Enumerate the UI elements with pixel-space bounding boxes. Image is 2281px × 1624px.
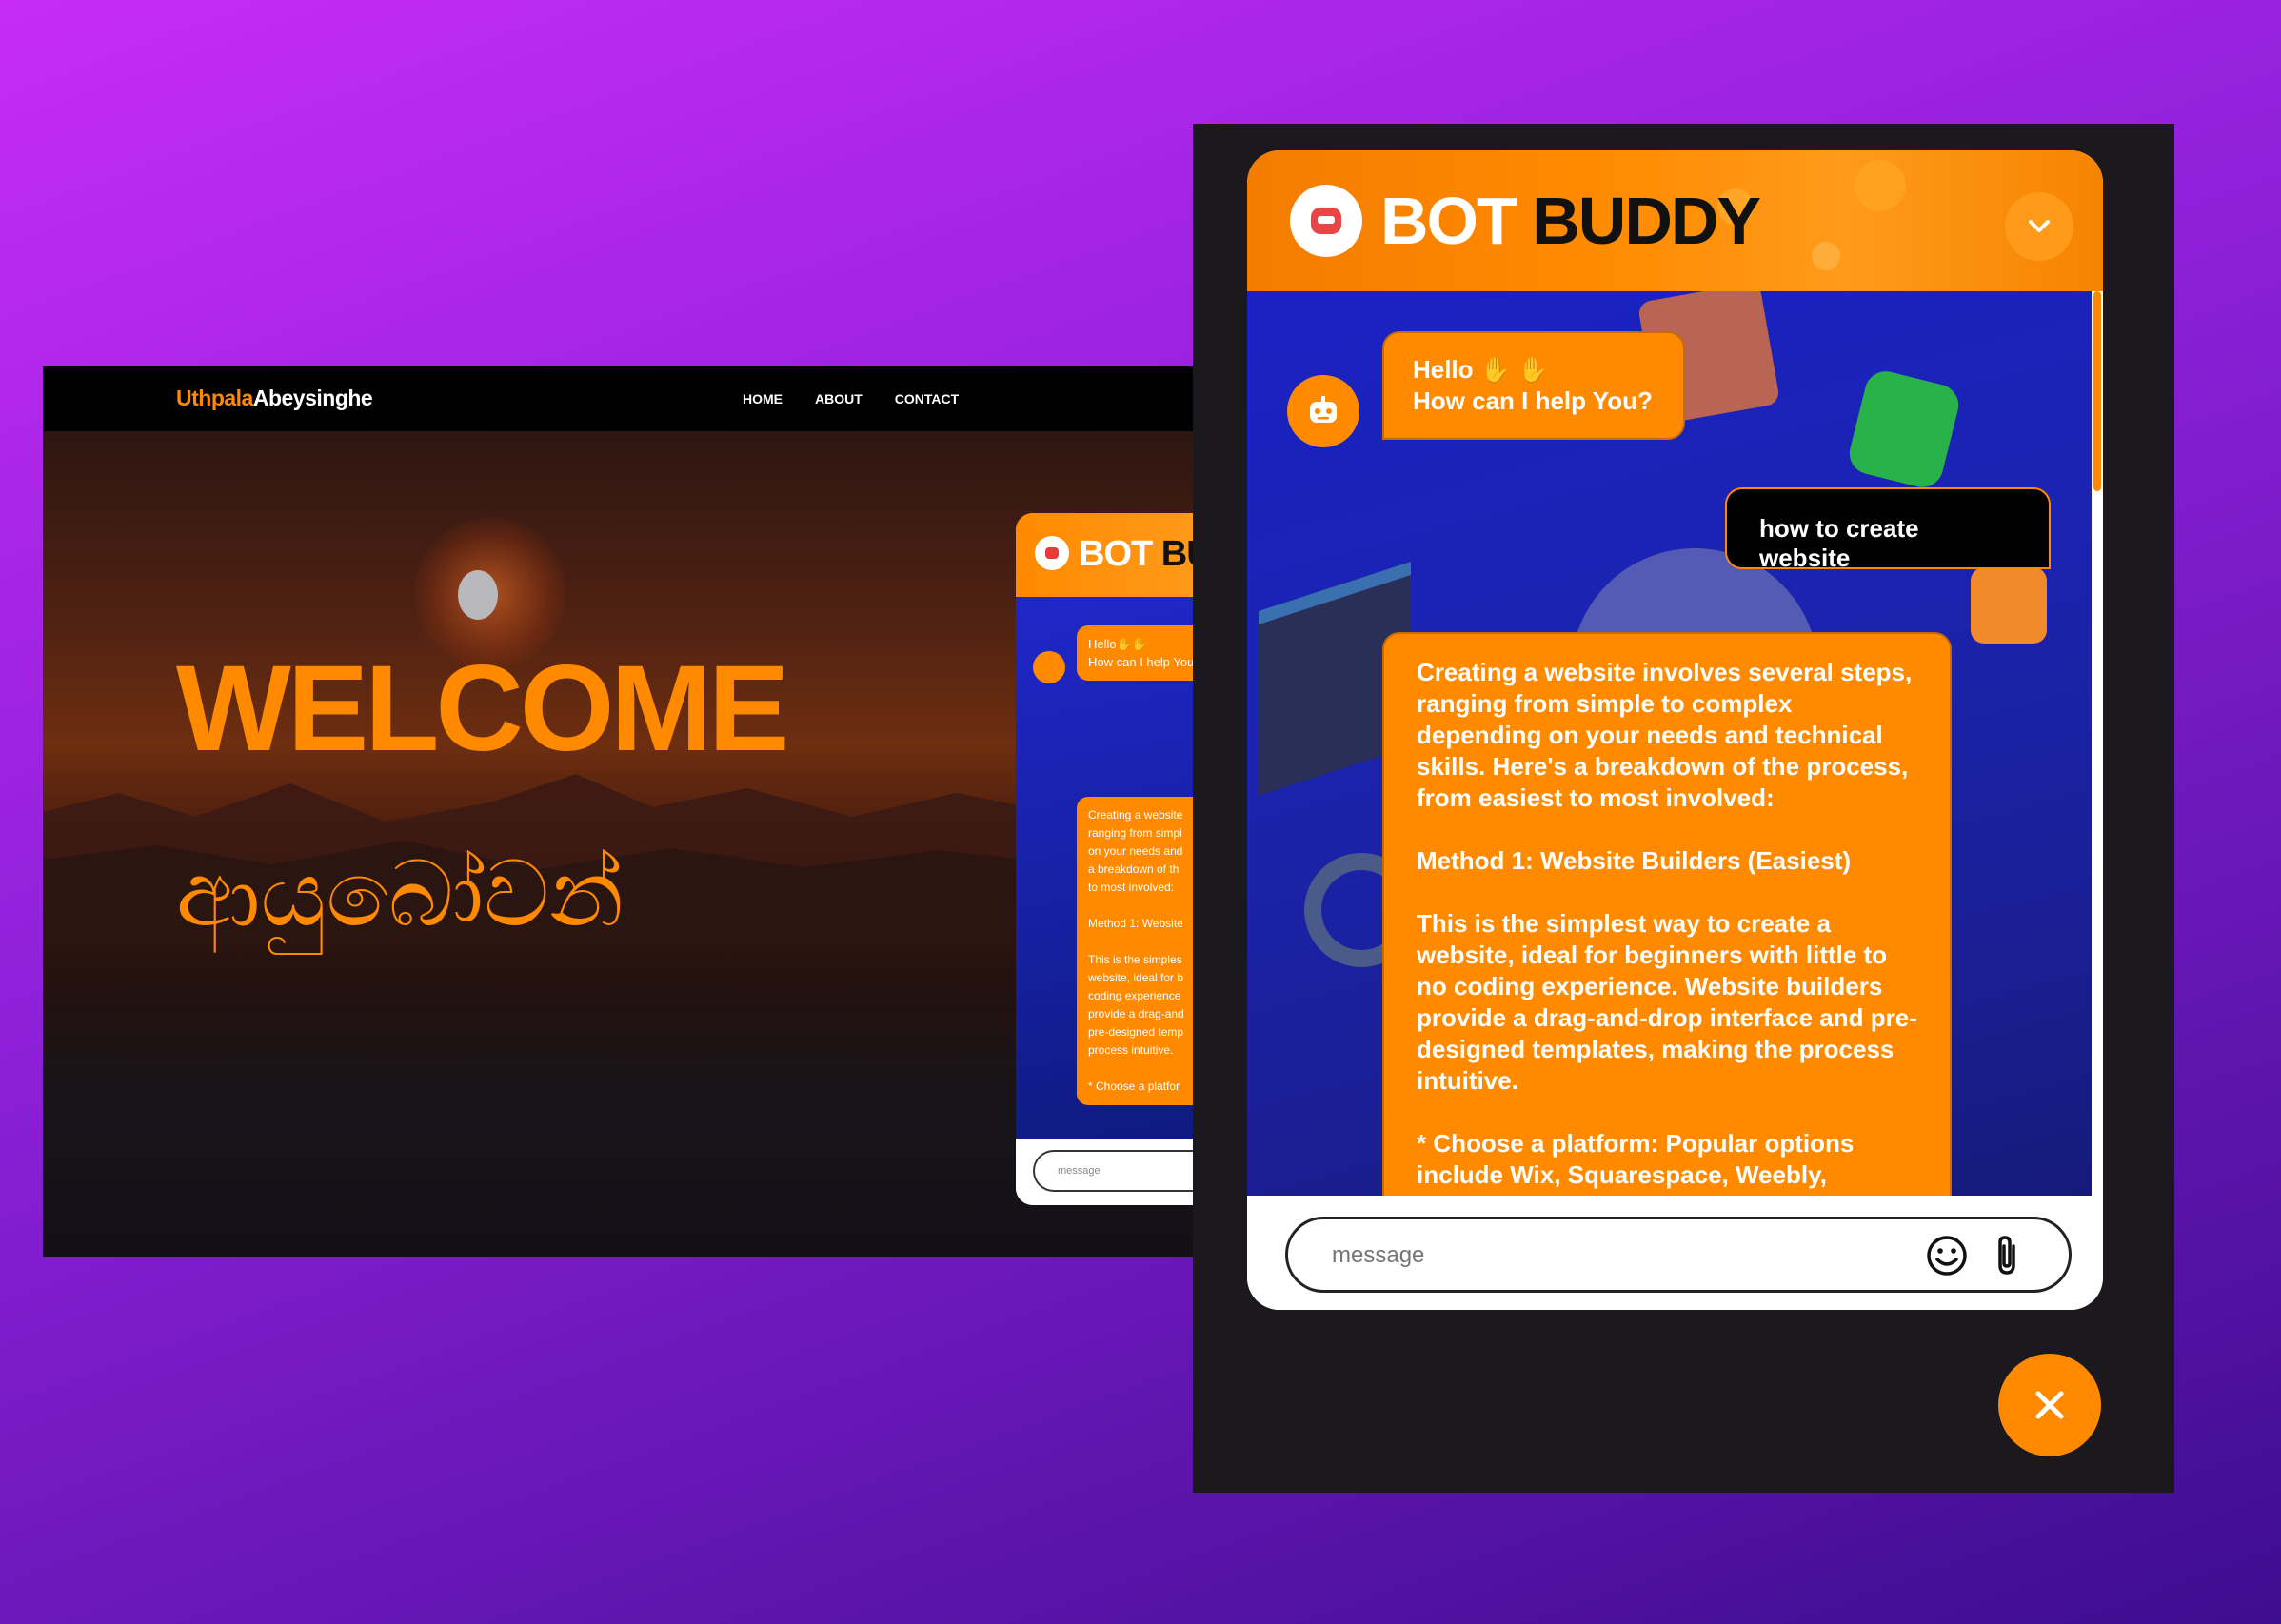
robot-icon <box>1310 396 1337 423</box>
mini-chat-widget: BOT BUD Hello✋✋ How can I help You Creat… <box>1016 513 1195 1205</box>
greeting-line-1: Hello ✋ ✋ <box>1413 355 1549 384</box>
brand-first-name: Uthpala <box>176 386 253 410</box>
website-preview: UthpalaAbeysinghe HOME ABOUT CONTACT WEL… <box>43 366 1195 1257</box>
chat-title-a: BOT <box>1380 184 1517 258</box>
mini-message-input[interactable]: message <box>1033 1150 1195 1192</box>
translate-graphic <box>1971 567 2047 644</box>
nav-home[interactable]: HOME <box>743 391 783 406</box>
chat-header: BOT BUDDY <box>1247 150 2103 291</box>
site-navbar: UthpalaAbeysinghe HOME ABOUT CONTACT <box>43 366 1195 431</box>
chat-widget: BOT BUDDY Hello ✋ ✋ How can I help You? … <box>1247 150 2103 1310</box>
robot-icon <box>1290 185 1362 257</box>
nav-links: HOME ABOUT CONTACT <box>743 391 959 406</box>
mini-title-a: BOT <box>1079 534 1153 574</box>
mini-chat-body: Hello✋✋ How can I help You Creating a we… <box>1016 597 1195 1139</box>
robot-icon <box>1035 536 1069 570</box>
mini-chat-title: BOT BUD <box>1079 534 1195 575</box>
hero-title: WELCOME <box>176 641 789 777</box>
chat-footer <box>1247 1196 2103 1310</box>
greeting-line-2: How can I help You? <box>1413 386 1653 415</box>
bot-avatar <box>1287 375 1359 447</box>
close-icon <box>2035 1391 2064 1419</box>
site-brand[interactable]: UthpalaAbeysinghe <box>176 386 373 411</box>
collapse-chat-button[interactable] <box>2005 192 2073 261</box>
chat-messages: Hello ✋ ✋ How can I help You? how to cre… <box>1247 291 2092 1196</box>
hero-subtitle: ආයුබෝවන් <box>176 841 625 947</box>
close-chat-button[interactable] <box>1998 1354 2101 1456</box>
message-input[interactable] <box>1330 1235 1905 1277</box>
scrollbar-thumb[interactable] <box>2093 291 2101 491</box>
nav-contact[interactable]: CONTACT <box>895 391 959 406</box>
nav-about[interactable]: ABOUT <box>815 391 863 406</box>
smiley-icon[interactable] <box>1924 1233 1970 1278</box>
mini-chat-footer: message <box>1016 1139 1195 1205</box>
mini-greeting-bubble: Hello✋✋ How can I help You <box>1077 625 1195 681</box>
moon-graphic <box>458 570 498 620</box>
mini-title-b: BUD <box>1160 534 1195 574</box>
mini-chat-header: BOT BUD <box>1016 513 1195 597</box>
chat-frame: BOT BUDDY Hello ✋ ✋ How can I help You? … <box>1193 124 2174 1493</box>
chat-scrollbar[interactable] <box>2092 291 2103 1196</box>
mini-reply-bubble: Creating a website ranging from simpl on… <box>1077 797 1195 1105</box>
bot-reply-bubble: Creating a website involves several step… <box>1382 632 1952 1196</box>
hero-section: WELCOME ආයුබෝවන් BOT BUD Hello✋✋ How can… <box>43 431 1195 1257</box>
chevron-down-icon <box>2029 220 2050 232</box>
chat-title: BOT BUDDY <box>1380 183 1761 259</box>
paperclip-icon[interactable] <box>1989 1233 2027 1278</box>
chat-title-b: BUDDY <box>1532 184 1761 258</box>
phone-graphic <box>1845 366 1963 492</box>
robot-icon <box>1033 651 1065 683</box>
message-input-container <box>1285 1217 2072 1293</box>
user-message-bubble: how to create website <box>1725 487 2051 572</box>
brand-last-name: Abeysinghe <box>252 386 373 410</box>
bot-greeting-bubble: Hello ✋ ✋ How can I help You? <box>1382 331 1685 440</box>
